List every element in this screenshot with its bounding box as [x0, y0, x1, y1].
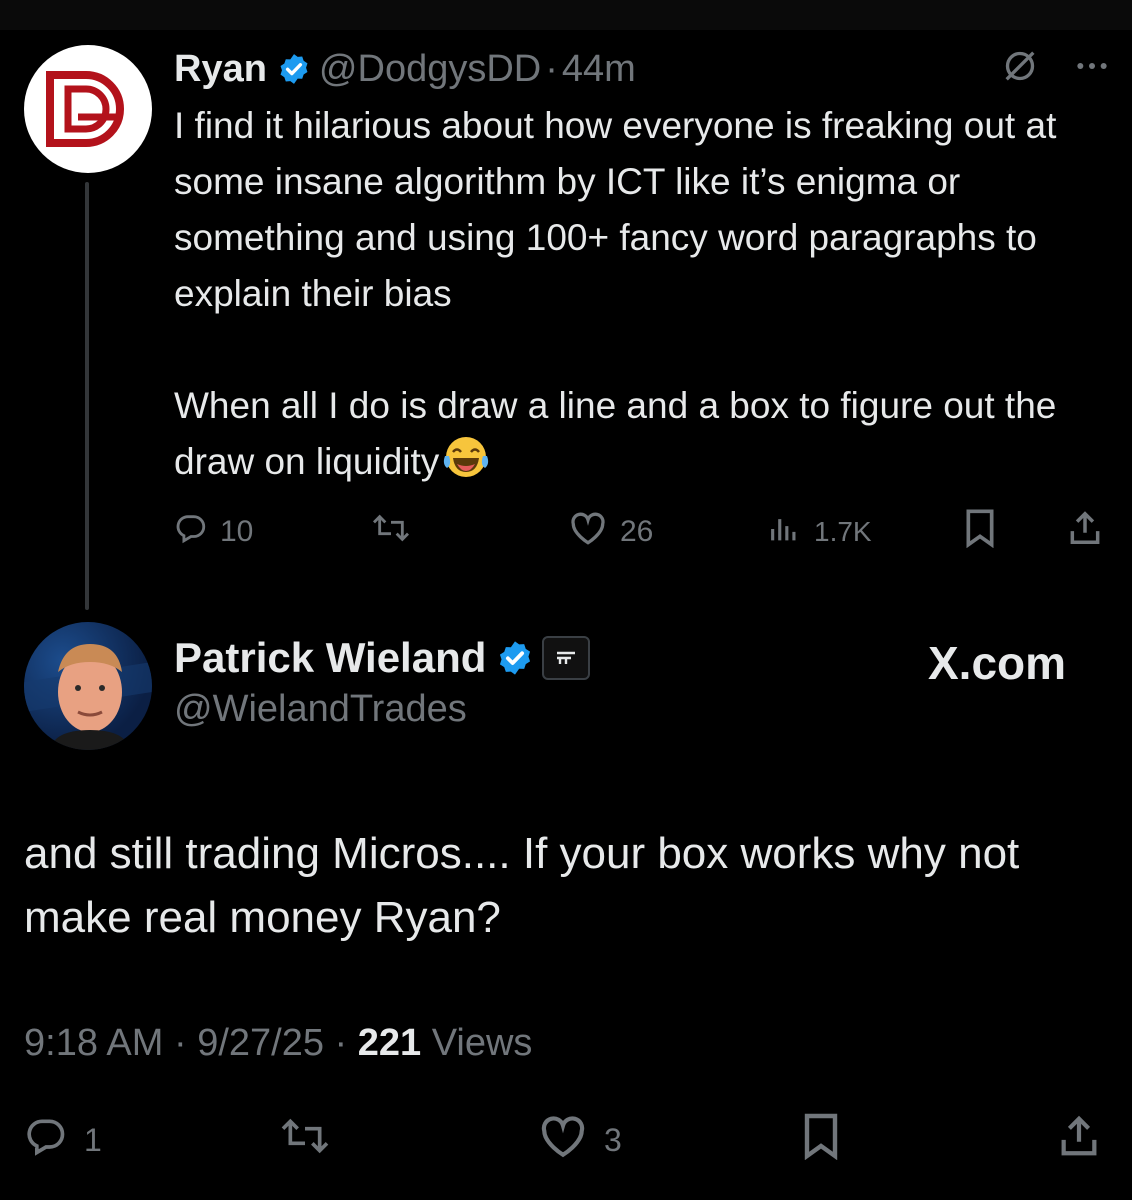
bookmark-icon [962, 508, 998, 556]
author-name[interactable]: Ryan [174, 48, 267, 91]
verified-badge-icon [277, 52, 311, 86]
dodgys-logo-icon [46, 71, 124, 147]
views-count: 1.7K [814, 516, 872, 547]
reply-bookmark-action[interactable] [800, 1112, 842, 1168]
reply-icon [174, 511, 208, 553]
reply-reply-action[interactable]: 1 [24, 1112, 102, 1168]
share-action[interactable] [1066, 504, 1104, 560]
tweet-body: I find it hilarious about how everyone i… [174, 98, 1114, 496]
reply-author-name[interactable]: Patrick Wieland [174, 634, 486, 682]
verified-badge-icon [496, 639, 534, 677]
reply-action[interactable]: 10 [174, 504, 253, 560]
reply-header: Patrick Wieland [174, 630, 591, 686]
author-handle[interactable]: @DodgysDD [319, 48, 541, 91]
xcom-watermark: X.com [928, 637, 1067, 689]
bookmark-action[interactable] [962, 504, 998, 560]
reply-views-label: Views [421, 1022, 533, 1064]
reply-meta: 9:18 AM · 9/27/25 · 221 Views [24, 1022, 532, 1065]
repost-icon [370, 511, 412, 553]
views-action[interactable]: 1.7K [766, 504, 872, 560]
repost-action[interactable] [370, 504, 424, 560]
share-icon [1056, 1112, 1102, 1168]
top-strip [0, 0, 1132, 30]
reply-reply-count: 1 [84, 1121, 102, 1158]
avatar-patrick[interactable] [24, 622, 152, 750]
more-icon[interactable] [1072, 46, 1112, 91]
avatar-ryan[interactable] [24, 45, 152, 173]
reply-repost-action[interactable] [278, 1112, 348, 1168]
tweet-top-icons [1000, 46, 1112, 91]
bookmark-icon [800, 1112, 842, 1168]
affiliate-badge-icon[interactable] [542, 636, 591, 680]
reply-author-handle[interactable]: @WielandTrades [174, 688, 467, 731]
thread-connector [85, 182, 89, 610]
reply-icon [24, 1114, 68, 1166]
reply-views-count: 221 [357, 1022, 422, 1064]
reply-like-action[interactable]: 3 [538, 1112, 622, 1168]
reply-like-count: 3 [604, 1121, 622, 1158]
grok-icon[interactable] [1000, 46, 1040, 91]
like-icon [568, 510, 608, 554]
reply-count: 10 [220, 515, 254, 548]
reply-body: and still trading Micros.... If your box… [24, 829, 1020, 942]
tweet-paragraph-1: I find it hilarious about how everyone i… [174, 105, 1057, 314]
like-action[interactable]: 26 [568, 504, 653, 560]
separator-dot: · [545, 47, 558, 90]
laughing-emoji-icon [441, 434, 491, 496]
reply-timestamp[interactable]: 9:18 AM · 9/27/25 · [24, 1022, 358, 1064]
profile-photo-icon [24, 644, 152, 750]
views-icon [766, 512, 802, 553]
tweet-time[interactable]: 44m [562, 48, 636, 91]
like-icon [538, 1113, 588, 1167]
repost-icon [278, 1114, 332, 1166]
like-count: 26 [620, 515, 654, 548]
share-icon [1066, 508, 1104, 556]
tweet-paragraph-2-text: When all I do is draw a line and a box t… [174, 385, 1057, 482]
reply-share-action[interactable] [1056, 1112, 1102, 1168]
tweet-header: Ryan @DodgysDD · 44m [174, 44, 636, 94]
tweet-paragraph-2: When all I do is draw a line and a box t… [174, 378, 1114, 496]
